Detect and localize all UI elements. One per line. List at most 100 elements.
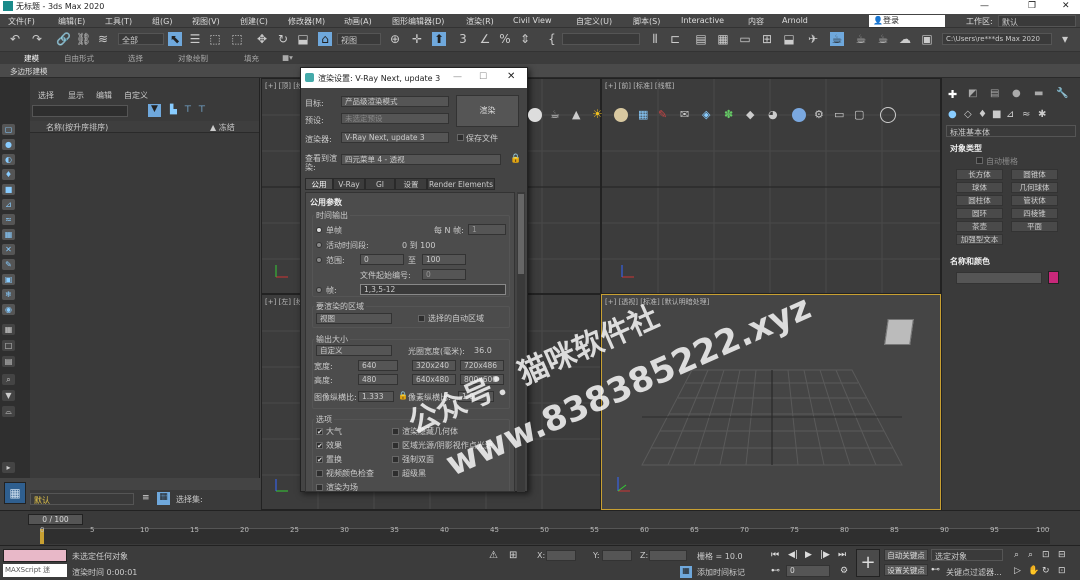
renderer-select[interactable]: V-Ray Next, update 3	[341, 132, 449, 143]
login-button[interactable]: 👤登录	[869, 15, 945, 27]
menu-rendering[interactable]: 渲染(R)	[466, 16, 494, 27]
video-color-check-checkbox[interactable]	[316, 470, 323, 477]
range-from-spinner[interactable]: 0	[360, 254, 404, 265]
key-filter-icon[interactable]: ⊷	[931, 565, 940, 575]
undo-icon[interactable]: ↶	[8, 32, 22, 46]
angle-snap-icon[interactable]: ∠	[478, 32, 492, 46]
torus-button[interactable]: 圆环	[956, 208, 1003, 219]
menu-modifiers[interactable]: 修改器(M)	[288, 16, 325, 27]
helpers-icon[interactable]: ⊿	[1006, 109, 1014, 120]
selection-filter[interactable]: 全部	[118, 33, 164, 45]
vray-scatter-icon[interactable]: ✽	[724, 108, 733, 121]
auto-region-checkbox[interactable]	[418, 315, 425, 322]
explorer-hierarchy-icon[interactable]: ▙	[170, 105, 177, 115]
previous-frame-icon[interactable]: ◀|	[788, 550, 798, 560]
image-aspect-spinner[interactable]: 1.333	[358, 391, 394, 402]
menu-customize[interactable]: 自定义(U)	[576, 16, 612, 27]
zoom-extents-icon[interactable]: ⊡	[1042, 550, 1050, 560]
utilities-tab-icon[interactable]: 🔧	[1056, 88, 1068, 99]
dialog-minimize-icon[interactable]: —	[453, 72, 462, 82]
geosphere-button[interactable]: 几何球体	[1011, 182, 1058, 193]
go-to-end-icon[interactable]: ⏭	[838, 550, 846, 560]
ribbon-tab-freeform[interactable]: 自由形式	[64, 53, 94, 64]
modify-tab-icon[interactable]: ◩	[968, 88, 977, 99]
vray-ball-icon[interactable]	[792, 108, 806, 122]
render-setup-icon[interactable]: ✈	[806, 32, 820, 46]
menu-file[interactable]: 文件(F)	[8, 16, 35, 27]
zoom-icon[interactable]: ⌕	[1014, 550, 1019, 560]
spacewarps-icon[interactable]: ≈	[1022, 109, 1030, 120]
material-editor-icon[interactable]: ⬓	[782, 32, 796, 46]
ribbon-tab-populate[interactable]: 填充	[244, 53, 259, 64]
vray-sun-icon[interactable]: ☀	[592, 107, 603, 121]
select-by-name-icon[interactable]: ☰	[188, 32, 202, 46]
helpers-filter-icon[interactable]: ⊿	[2, 199, 15, 210]
redo-icon[interactable]: ↷	[30, 32, 44, 46]
key-selection-select[interactable]: 选定对象	[931, 549, 1003, 561]
height-spinner[interactable]: 480	[358, 374, 398, 385]
cylinder-button[interactable]: 圆柱体	[956, 195, 1003, 206]
preset-select[interactable]: 未选定预设	[341, 113, 449, 124]
vray-cone-icon[interactable]: ▲	[572, 108, 580, 121]
curve-editor-icon[interactable]: ▭	[738, 32, 752, 46]
every-n-spinner[interactable]: 1	[468, 224, 506, 235]
maxscript-listener[interactable]	[3, 549, 67, 562]
orbit-icon[interactable]: ↻	[1042, 566, 1050, 576]
vray-logo-icon[interactable]	[880, 107, 896, 123]
explorer-search-input[interactable]	[32, 105, 128, 117]
plane-button[interactable]: 平面	[1011, 221, 1058, 232]
expand-arrow-icon[interactable]: ▸	[2, 462, 15, 473]
explorer-menu-select[interactable]: 选择	[38, 90, 54, 101]
fov-icon[interactable]: ▷	[1014, 566, 1021, 576]
render-button[interactable]: 渲染	[456, 95, 519, 127]
force-two-sided-checkbox[interactable]	[392, 456, 399, 463]
xrefs-filter-icon[interactable]: ✕	[2, 244, 15, 255]
polygon-modeling-label[interactable]: 多边形建模	[10, 66, 48, 77]
menu-create[interactable]: 创建(C)	[240, 16, 268, 27]
vray-material-icon[interactable]: ◕	[768, 108, 778, 121]
display-tab-icon[interactable]: ▬	[1034, 88, 1043, 99]
maxscript-input[interactable]: MAXScript 迷	[3, 564, 67, 577]
menu-group[interactable]: 组(G)	[152, 16, 172, 27]
explorer-menu-edit[interactable]: 编辑	[96, 90, 112, 101]
render-hidden-checkbox[interactable]	[392, 428, 399, 435]
time-slider[interactable]: 0 / 100	[28, 514, 83, 525]
x-coordinate-field[interactable]	[546, 550, 576, 561]
viewcube-icon[interactable]	[884, 319, 914, 345]
menu-content[interactable]: 内容	[748, 16, 764, 27]
pan-icon[interactable]: ✋	[1028, 566, 1039, 576]
zoom-all-icon[interactable]: ⌕	[1028, 550, 1033, 560]
area-lights-checkbox[interactable]	[392, 442, 399, 449]
atmospherics-checkbox[interactable]: ✔	[316, 428, 323, 436]
restore-icon[interactable]: ❐	[1028, 1, 1036, 11]
current-frame-field[interactable]: 0	[786, 565, 830, 577]
unlink-icon[interactable]: ⛓	[76, 32, 91, 46]
pivot-icon[interactable]: ⊕	[388, 32, 402, 46]
pyramid-button[interactable]: 四棱锥	[1011, 208, 1058, 219]
minimize-icon[interactable]: —	[980, 1, 989, 11]
explorer-menu-display[interactable]: 显示	[68, 90, 84, 101]
select-manipulate-icon[interactable]: ✛	[410, 32, 424, 46]
displacement-checkbox[interactable]: ✔	[316, 456, 323, 464]
teapot-button[interactable]: 茶壶	[956, 221, 1003, 232]
viewport-layout-icon[interactable]: ▦	[4, 482, 26, 504]
ribbon-tab-selection[interactable]: 选择	[128, 53, 143, 64]
menu-interactive[interactable]: Interactive	[681, 16, 724, 25]
none-filter-icon[interactable]: □	[2, 340, 15, 351]
effects-checkbox[interactable]: ✔	[316, 442, 323, 450]
single-frame-radio[interactable]	[316, 227, 322, 233]
geometry-filter-icon[interactable]: ●	[2, 139, 15, 150]
align-icon[interactable]: ⊏	[668, 32, 682, 46]
filter-icon[interactable]: ▼	[2, 390, 15, 401]
save-file-checkbox[interactable]	[457, 134, 464, 141]
layer-explorer-icon[interactable]: ▤	[694, 32, 708, 46]
range-to-spinner[interactable]: 100	[422, 254, 466, 265]
tab-vray[interactable]: V-Ray	[333, 178, 365, 190]
size-preset-select[interactable]: 自定义	[316, 345, 392, 356]
menu-animation[interactable]: 动画(A)	[344, 16, 372, 27]
scrollbar-thumb[interactable]	[518, 194, 524, 274]
explorer-tree-icon[interactable]: ⊤	[184, 105, 192, 115]
z-coordinate-field[interactable]	[649, 550, 687, 561]
groups-filter-icon[interactable]: ▦	[2, 229, 15, 240]
spinner-snap-icon[interactable]: ⇕	[518, 32, 532, 46]
